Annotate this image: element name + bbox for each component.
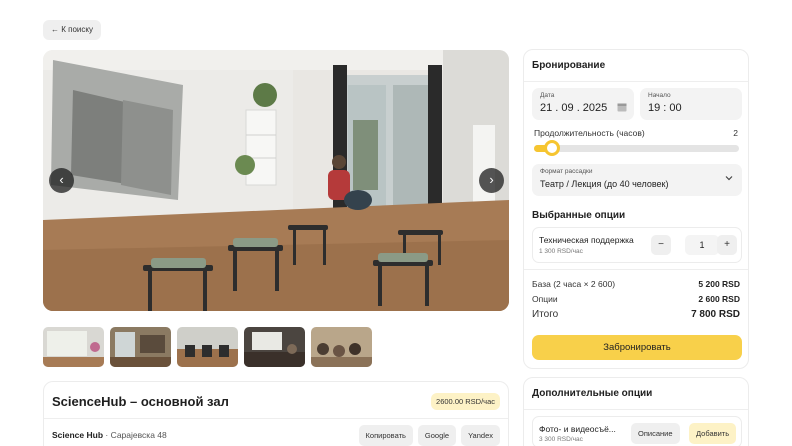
calendar-icon[interactable] bbox=[617, 102, 627, 112]
seating-format-select[interactable]: Формат рассадки Театр / Лекция (до 40 че… bbox=[532, 164, 742, 196]
main-photo bbox=[43, 50, 509, 311]
options-value: 2 600 RSD bbox=[698, 294, 740, 304]
venue-actions: Копировать Google Yandex bbox=[358, 425, 500, 446]
summary-options-row: Опции 2 600 RSD bbox=[532, 294, 740, 304]
venue-title: ScienceHub – основной зал bbox=[52, 394, 229, 409]
date-label: Дата bbox=[540, 92, 555, 99]
org-name: Science Hub bbox=[52, 430, 104, 440]
next-photo-button[interactable]: › bbox=[479, 168, 504, 193]
description-button[interactable]: Описание bbox=[631, 423, 680, 444]
google-maps-button[interactable]: Google bbox=[417, 425, 457, 446]
start-time-field[interactable]: Начало 19 : 00 bbox=[640, 88, 742, 120]
seating-value: Театр / Лекция (до 40 человек) bbox=[540, 179, 669, 189]
book-button[interactable]: Забронировать bbox=[532, 335, 742, 360]
total-value: 7 800 RSD bbox=[691, 309, 740, 320]
venue-card: ScienceHub – основной зал 2600.00 RSD/ча… bbox=[43, 381, 509, 446]
extras-panel: Дополнительные опции Фото- и видеосъё...… bbox=[523, 377, 749, 446]
extras-title: Дополнительные опции bbox=[532, 388, 653, 399]
base-value: 5 200 RSD bbox=[698, 279, 740, 289]
divider bbox=[524, 269, 748, 270]
start-label: Начало bbox=[648, 92, 671, 99]
divider bbox=[44, 418, 508, 419]
option-price: 1 300 RSD/час bbox=[539, 248, 583, 255]
extra-price: 3 300 RSD/час bbox=[539, 436, 583, 443]
selected-option: Техническая поддержка 1 300 RSD/час − 1 … bbox=[532, 227, 742, 263]
thumbnail[interactable] bbox=[110, 327, 171, 367]
date-field[interactable]: Дата 21 . 09 . 2025 bbox=[532, 88, 634, 120]
chevron-left-icon: ‹ bbox=[59, 172, 64, 187]
options-label: Опции bbox=[532, 294, 558, 304]
copy-address-button[interactable]: Копировать bbox=[358, 425, 413, 446]
thumbnail[interactable] bbox=[311, 327, 372, 367]
price-badge: 2600.00 RSD/час bbox=[431, 393, 500, 410]
duration-label: Продолжительность (часов) bbox=[534, 128, 645, 138]
increment-button[interactable]: + bbox=[717, 235, 737, 255]
venue-page: ← К поиску ‹ › ScienceHub – основной зал… bbox=[0, 0, 792, 446]
summary-base-row: База (2 часа × 2 600) 5 200 RSD bbox=[532, 279, 740, 289]
total-label: Итого bbox=[532, 309, 559, 320]
divider bbox=[524, 81, 748, 82]
venue-address: Science Hub · Сарајевска 48 bbox=[52, 430, 167, 440]
option-name: Техническая поддержка bbox=[539, 235, 634, 245]
seating-label: Формат рассадки bbox=[540, 168, 593, 175]
thumbnail[interactable] bbox=[43, 327, 104, 367]
quantity-value[interactable]: 1 bbox=[685, 235, 719, 255]
date-value: 21 . 09 . 2025 bbox=[540, 102, 608, 114]
summary-total-row: Итого 7 800 RSD bbox=[532, 309, 740, 320]
duration-slider[interactable] bbox=[534, 145, 739, 152]
thumbnail-strip bbox=[43, 327, 372, 367]
address-text: · Сарајевска 48 bbox=[103, 430, 167, 440]
extra-option-item: Фото- и видеосъё... 3 300 RSD/час Описан… bbox=[532, 416, 742, 446]
extra-name: Фото- и видеосъё... bbox=[539, 424, 616, 434]
divider bbox=[524, 409, 748, 410]
thumbnail[interactable] bbox=[244, 327, 305, 367]
yandex-maps-button[interactable]: Yandex bbox=[461, 425, 500, 446]
decrement-button[interactable]: − bbox=[651, 235, 671, 255]
chevron-right-icon: › bbox=[489, 172, 494, 187]
chevron-down-icon bbox=[725, 176, 733, 181]
add-option-button[interactable]: Добавить bbox=[689, 423, 737, 444]
booking-panel: Бронирование Дата 21 . 09 . 2025 Начало … bbox=[523, 49, 749, 369]
thumbnail[interactable] bbox=[177, 327, 238, 367]
selected-options-title: Выбранные опции bbox=[532, 210, 626, 221]
back-label: ← К поиску bbox=[51, 25, 93, 34]
base-label: База (2 часа × 2 600) bbox=[532, 279, 616, 289]
prev-photo-button[interactable]: ‹ bbox=[49, 168, 74, 193]
duration-value: 2 bbox=[733, 128, 738, 138]
slider-thumb[interactable] bbox=[544, 140, 560, 156]
booking-title: Бронирование bbox=[532, 60, 606, 71]
start-value: 19 : 00 bbox=[648, 102, 682, 114]
back-to-search-button[interactable]: ← К поиску bbox=[43, 20, 101, 40]
